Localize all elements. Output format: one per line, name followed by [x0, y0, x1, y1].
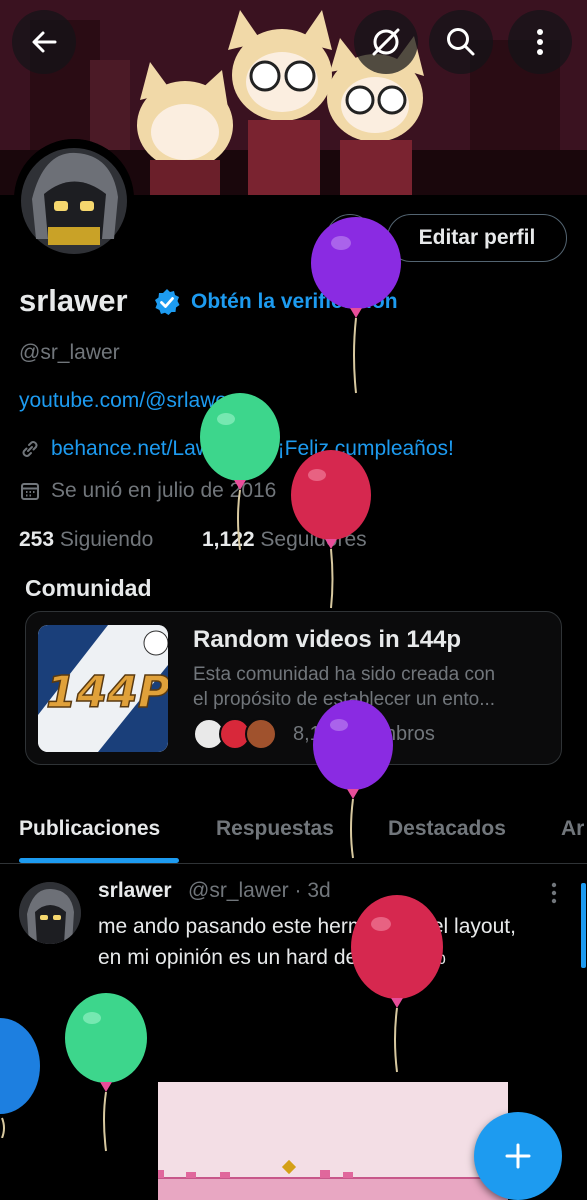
post-author-avatar[interactable] — [19, 882, 81, 944]
following-label: Siguiendo — [59, 528, 154, 551]
more-options-button[interactable] — [508, 10, 572, 74]
post-media-image — [158, 1082, 508, 1200]
community-name: Random videos in 144p — [193, 626, 462, 653]
scrollbar-thumb[interactable] — [581, 883, 586, 968]
balloon-red — [351, 895, 443, 1073]
balloon-purple — [313, 700, 393, 859]
avatar-image — [14, 139, 134, 259]
search-icon — [447, 28, 475, 56]
post-media[interactable] — [158, 1082, 508, 1200]
profile-handle: @sr_lawer — [19, 341, 120, 364]
balloon-purple — [311, 217, 401, 394]
active-tab-indicator — [19, 858, 179, 863]
back-button[interactable] — [12, 10, 76, 74]
community-thumbnail-logo-text: 144P — [46, 667, 168, 718]
member-avatar — [245, 718, 277, 750]
hide-button[interactable] — [354, 10, 418, 74]
tab-publicaciones[interactable]: Publicaciones — [19, 817, 160, 841]
tab-articulos[interactable]: Ar — [561, 817, 584, 841]
back-arrow-icon — [32, 31, 57, 53]
post-author-meta: @sr_lawer · 3d — [188, 879, 331, 902]
calendar-icon — [21, 483, 39, 500]
balloon-green — [65, 993, 147, 1152]
profile-avatar[interactable] — [14, 139, 134, 259]
link-icon — [22, 441, 38, 457]
tab-destacados[interactable]: Destacados — [388, 817, 506, 841]
edit-profile-button[interactable]: Editar perfil — [387, 214, 567, 262]
balloon-green — [200, 393, 280, 551]
community-card[interactable]: 144P Random videos in 144p Esta comunida… — [25, 611, 562, 765]
community-section-title: Comunidad — [25, 575, 152, 601]
compose-post-button[interactable] — [474, 1112, 562, 1200]
more-vertical-icon — [537, 29, 543, 55]
hide-icon — [372, 28, 400, 56]
profile-tabs: Publicaciones Respuestas Destacados Ar — [0, 805, 587, 864]
community-thumbnail-art: 144P — [38, 625, 168, 752]
community-thumbnail: 144P — [38, 625, 168, 752]
community-description-line: Esta comunidad ha sido creada con — [193, 664, 496, 685]
following-count: 253 — [19, 528, 55, 551]
post-more-icon[interactable] — [549, 882, 559, 904]
verified-badge-icon — [155, 289, 180, 315]
post-avatar-image — [19, 882, 81, 944]
balloon-red — [291, 450, 371, 609]
plus-icon — [505, 1143, 531, 1169]
following-stat[interactable]: 253 Siguiendo — [19, 528, 153, 552]
post-author-name[interactable]: srlawer — [98, 879, 172, 903]
balloon-blue — [0, 1018, 40, 1138]
profile-name: srlawer — [19, 283, 128, 318]
post-text: me ando pasando este hermoso nivel layou… — [98, 915, 516, 969]
search-button[interactable] — [429, 10, 493, 74]
